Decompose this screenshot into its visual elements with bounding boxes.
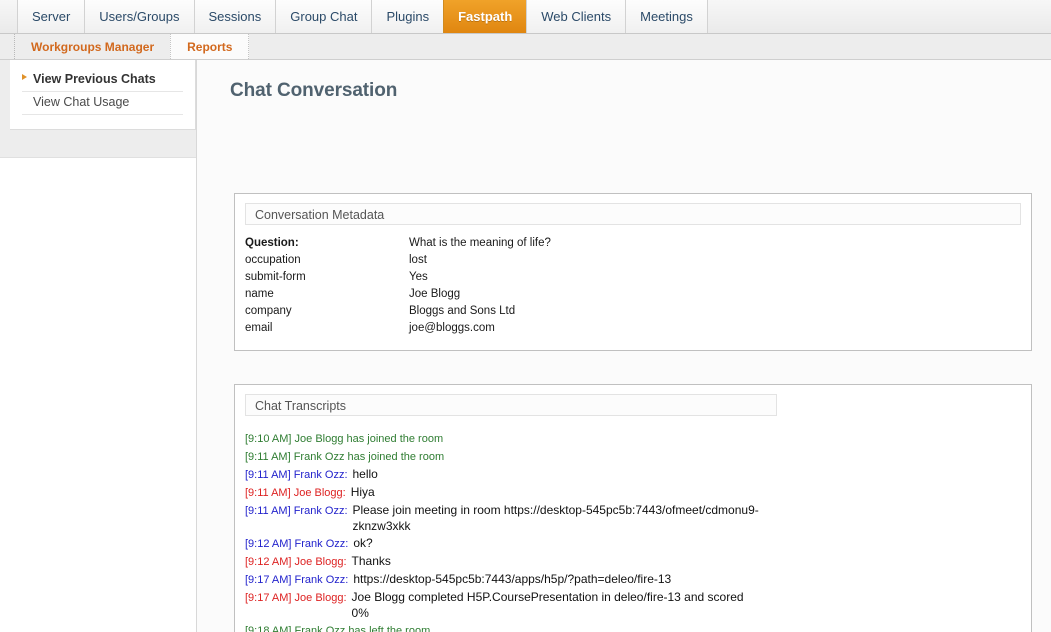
metadata-row: occupation lost xyxy=(245,253,551,270)
transcript-line: [9:17 AM] Frank Ozz: https://desktop-545p… xyxy=(245,571,1031,588)
transcript-message: Hiya xyxy=(350,485,375,499)
transcript-timestamp-author: [9:12 AM] Frank Ozz: xyxy=(245,538,349,550)
metadata-value: Joe Blogg xyxy=(409,288,461,300)
secondary-tab-bar: Workgroups Manager Reports xyxy=(0,34,1051,60)
tab-sessions[interactable]: Sessions xyxy=(193,0,277,33)
transcript-message: ok? xyxy=(353,536,373,550)
transcript-line: [9:12 AM] Joe Blogg: Thanks xyxy=(245,553,1031,570)
transcript-message: Please join meeting in room https://desk… xyxy=(352,503,759,533)
page-body: View Previous Chats View Chat Usage Chat … xyxy=(0,60,1051,632)
metadata-value: joe@bloggs.com xyxy=(409,322,495,334)
sidebar-item-label: View Previous Chats xyxy=(33,72,156,86)
primary-tab-bar: Server Users/Groups Sessions Group Chat Plug… xyxy=(0,0,1051,34)
transcript-line: [9:18 AM] Frank Ozz has left the room xyxy=(245,622,1031,632)
metadata-value: Bloggs and Sons Ltd xyxy=(409,305,516,317)
triangle-right-icon xyxy=(22,74,27,80)
tab-meetings[interactable]: Meetings xyxy=(625,0,708,33)
metadata-key: occupation xyxy=(245,254,301,266)
tab-plugins[interactable]: Plugins xyxy=(371,0,445,33)
conversation-metadata-header: Conversation Metadata xyxy=(245,203,1021,225)
subtab-reports[interactable]: Reports xyxy=(170,34,250,59)
metadata-value: lost xyxy=(409,254,427,266)
metadata-key: email xyxy=(245,322,273,334)
sidebar-menu: View Previous Chats View Chat Usage xyxy=(10,60,196,130)
transcript-timestamp-author: [9:17 AM] Frank Ozz: xyxy=(245,574,349,586)
metadata-key: Question: xyxy=(245,237,299,249)
sidebar-item-view-chat-usage[interactable]: View Chat Usage xyxy=(22,92,183,115)
transcript-message: hello xyxy=(352,467,378,481)
transcript-timestamp-author: [9:11 AM] Joe Blogg: xyxy=(245,487,346,499)
metadata-key: submit-form xyxy=(245,271,306,283)
metadata-row: email joe@bloggs.com xyxy=(245,321,551,338)
transcript-timestamp-author: [9:10 AM] Joe Blogg has joined the room xyxy=(245,433,444,445)
transcript-line: [9:10 AM] Joe Blogg has joined the room xyxy=(245,430,1031,447)
metadata-row: Question: What is the meaning of life? xyxy=(245,236,551,253)
transcript-line: [9:17 AM] Joe Blogg: Joe Blogg completed … xyxy=(245,589,1031,621)
chat-transcripts-header: Chat Transcripts xyxy=(245,394,777,416)
tab-server[interactable]: Server xyxy=(17,0,86,33)
metadata-row: company Bloggs and Sons Ltd xyxy=(245,304,551,321)
chat-transcript-list: [9:10 AM] Joe Blogg has joined the room [… xyxy=(245,430,1031,632)
transcript-message: https://desktop-545pc5b:7443/apps/h5p/?p… xyxy=(353,572,672,586)
tab-web-clients[interactable]: Web Clients xyxy=(526,0,627,33)
sidebar-item-label: View Chat Usage xyxy=(33,95,130,109)
transcript-timestamp-author: [9:18 AM] Frank Ozz has left the room xyxy=(245,625,431,632)
tab-fastpath[interactable]: Fastpath xyxy=(443,0,528,33)
transcript-line: [9:11 AM] Joe Blogg: Hiya xyxy=(245,484,1031,501)
transcript-line: [9:12 AM] Frank Ozz: ok? xyxy=(245,535,1031,552)
tab-group-chat[interactable]: Group Chat xyxy=(275,0,373,33)
transcript-timestamp-author: [9:17 AM] Joe Blogg: xyxy=(245,592,347,604)
transcript-timestamp-author: [9:11 AM] Frank Ozz: xyxy=(245,505,348,517)
tab-users-groups[interactable]: Users/Groups xyxy=(84,0,195,33)
metadata-row: submit-form Yes xyxy=(245,270,551,287)
transcript-timestamp-author: [9:11 AM] Frank Ozz: xyxy=(245,469,348,481)
chat-transcripts-card: Chat Transcripts [9:10 AM] Joe Blogg has… xyxy=(234,384,1032,632)
transcript-timestamp-author: [9:12 AM] Joe Blogg: xyxy=(245,556,347,568)
transcript-timestamp-author: [9:11 AM] Frank Ozz has joined the room xyxy=(245,451,445,463)
metadata-row: name Joe Blogg xyxy=(245,287,551,304)
metadata-value: What is the meaning of life? xyxy=(409,237,551,249)
metadata-key: company xyxy=(245,305,292,317)
page-title: Chat Conversation xyxy=(230,80,398,101)
transcript-message: Joe Blogg completed H5P.CoursePresentati… xyxy=(351,590,744,620)
transcript-line: [9:11 AM] Frank Ozz: Please join meeting … xyxy=(245,502,1031,534)
metadata-value: Yes xyxy=(409,271,428,283)
transcript-line: [9:11 AM] Frank Ozz: hello xyxy=(245,466,1031,483)
conversation-metadata-table: Question: What is the meaning of life? occ… xyxy=(245,236,551,338)
transcript-line: [9:11 AM] Frank Ozz has joined the room xyxy=(245,448,1031,465)
sidebar-item-view-previous-chats[interactable]: View Previous Chats xyxy=(22,69,183,92)
conversation-metadata-card: Conversation Metadata Question: What is t… xyxy=(234,193,1032,351)
main-content: Chat Conversation Conversation Metadata … xyxy=(197,60,1051,632)
subtab-workgroups-manager[interactable]: Workgroups Manager xyxy=(14,34,172,59)
metadata-key: name xyxy=(245,288,274,300)
transcript-message: Thanks xyxy=(351,554,391,568)
